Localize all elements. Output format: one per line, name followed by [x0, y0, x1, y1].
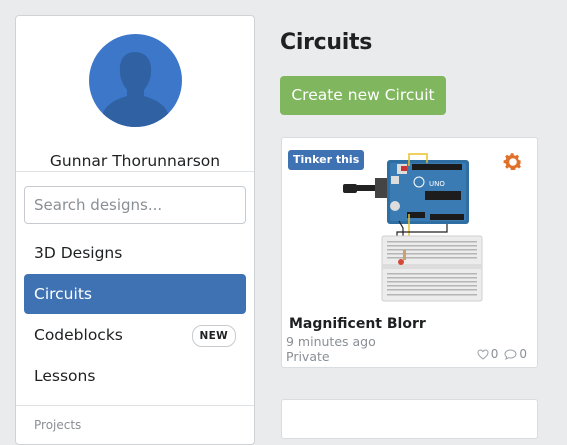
- sidebar-item-codeblocks[interactable]: Codeblocks NEW: [24, 315, 246, 355]
- board-label: UNO: [429, 180, 445, 188]
- like-count: 0: [490, 347, 499, 361]
- sidebar-item-label: Lessons: [34, 367, 96, 385]
- tinker-this-button[interactable]: Tinker this: [288, 150, 365, 170]
- svg-text:UNO: UNO: [429, 180, 445, 188]
- new-badge: NEW: [191, 325, 236, 347]
- search-input[interactable]: [24, 186, 246, 224]
- comment-count: 0: [519, 347, 527, 361]
- gear-icon[interactable]: [501, 150, 525, 174]
- sidebar-divider: [16, 171, 254, 172]
- heart-icon[interactable]: [477, 348, 489, 360]
- page-title: Circuits: [280, 30, 372, 55]
- design-name[interactable]: Magnificent Blorr: [289, 316, 426, 332]
- avatar[interactable]: [89, 34, 182, 127]
- circuit-thumbnail-image: UNO: [343, 153, 483, 302]
- design-card[interactable]: [281, 399, 538, 439]
- sidebar-item-label: Circuits: [34, 285, 92, 303]
- sidebar-item-circuits[interactable]: Circuits: [24, 274, 246, 314]
- sidebar-item-lessons[interactable]: Lessons: [24, 356, 246, 396]
- comment-icon[interactable]: [504, 348, 517, 360]
- design-card[interactable]: UNO Tinker this Magnificent Blorr 9 minu…: [281, 137, 538, 368]
- design-timestamp: 9 minutes ago: [286, 334, 376, 349]
- sidebar-item-label: 3D Designs: [34, 244, 123, 262]
- create-circuit-button[interactable]: Create new Circuit: [280, 76, 446, 115]
- circuit-thumbnail[interactable]: UNO: [337, 146, 487, 311]
- sidebar-item-label: Codeblocks: [34, 326, 123, 344]
- sidebar-item-3d-designs[interactable]: 3D Designs: [24, 233, 246, 273]
- avatar-silhouette-icon: [102, 52, 169, 127]
- design-privacy: Private: [286, 349, 330, 364]
- projects-section-label: Projects: [34, 418, 82, 432]
- sidebar: Gunnar Thorunnarson 3D Designs Circuits …: [15, 15, 255, 445]
- sidebar-divider: [16, 405, 254, 406]
- user-name[interactable]: Gunnar Thorunnarson: [16, 152, 254, 170]
- card-stats: 0 0: [477, 347, 527, 361]
